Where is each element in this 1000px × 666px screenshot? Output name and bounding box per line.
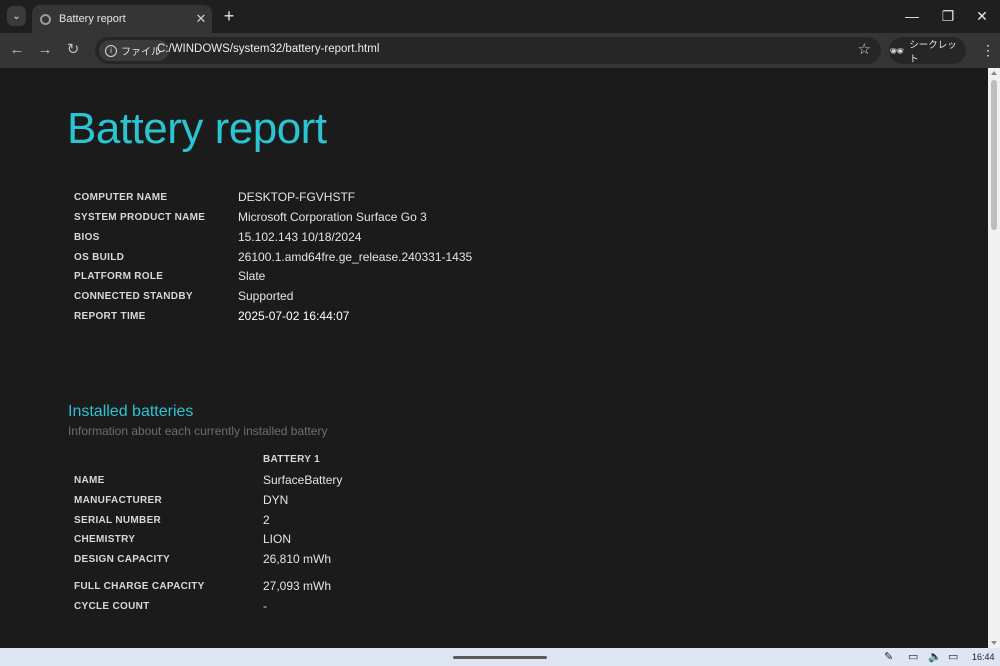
battery-row-manufacturer: MANUFACTURER DYN bbox=[74, 493, 288, 507]
info-value: DESKTOP-FGVHSTF bbox=[238, 190, 356, 204]
battery-key: MANUFACTURER bbox=[74, 495, 163, 506]
tab-title: Battery report bbox=[59, 13, 126, 25]
info-key: BIOS bbox=[74, 232, 100, 243]
battery-row-cycle-count: CYCLE COUNT - bbox=[74, 599, 267, 613]
tab-battery-report[interactable]: Battery report ✕ bbox=[32, 5, 212, 33]
info-value: 15.102.143 10/18/2024 bbox=[238, 230, 362, 244]
info-key: PLATFORM ROLE bbox=[74, 271, 164, 282]
report-page: Battery report COMPUTER NAME DESKTOP-FGV… bbox=[0, 68, 988, 648]
minimize-icon[interactable]: — bbox=[894, 4, 930, 28]
forward-icon[interactable]: → bbox=[34, 39, 56, 61]
battery-key: NAME bbox=[74, 475, 105, 486]
tab-close-icon[interactable]: ✕ bbox=[190, 11, 212, 27]
display-icon[interactable]: ▭ bbox=[908, 649, 918, 665]
battery-row-serial-number: SERIAL NUMBER 2 bbox=[74, 513, 270, 527]
battery-row-chemistry: CHEMISTRY LION bbox=[74, 532, 291, 546]
scroll-down-icon[interactable] bbox=[991, 641, 997, 645]
back-icon[interactable]: ← bbox=[6, 39, 28, 61]
globe-icon bbox=[40, 13, 51, 25]
tab-strip: ⌄ Battery report ✕ + — ❐ ✕ bbox=[0, 0, 1000, 33]
bookmark-star-icon[interactable]: ☆ bbox=[858, 40, 871, 58]
url-text[interactable]: C:/WINDOWS/system32/battery-report.html bbox=[157, 43, 379, 55]
page-title: Battery report bbox=[67, 104, 327, 153]
battery-icon[interactable]: ▭ bbox=[948, 649, 958, 665]
scroll-up-icon[interactable] bbox=[991, 71, 997, 75]
battery-key: CYCLE COUNT bbox=[74, 601, 150, 612]
section-subtitle: Information about each currently install… bbox=[68, 424, 328, 438]
info-row-computer-name: COMPUTER NAME DESKTOP-FGVHSTF bbox=[74, 190, 355, 204]
page-scrollbar[interactable] bbox=[988, 68, 1000, 648]
address-bar[interactable]: i ファイル C:/WINDOWS/system32/battery-repor… bbox=[95, 37, 881, 64]
info-row-bios: BIOS 15.102.143 10/18/2024 bbox=[74, 230, 361, 244]
info-value: Supported bbox=[238, 289, 294, 303]
battery-value: LION bbox=[263, 532, 292, 546]
scrollbar-thumb[interactable] bbox=[991, 80, 997, 230]
battery-key: SERIAL NUMBER bbox=[74, 515, 162, 526]
info-value: Microsoft Corporation Surface Go 3 bbox=[238, 210, 427, 224]
info-key: OS BUILD bbox=[74, 252, 125, 263]
info-icon: i bbox=[105, 44, 117, 57]
info-key: REPORT TIME bbox=[74, 311, 146, 322]
site-info-label: ファイル bbox=[121, 47, 161, 58]
battery-row-name: NAME SurfaceBattery bbox=[74, 473, 342, 487]
battery-value: - bbox=[263, 599, 267, 613]
battery-column-header: BATTERY 1 bbox=[263, 454, 320, 465]
battery-row-design-capacity: DESIGN CAPACITY 26,810 mWh bbox=[74, 552, 331, 566]
battery-value: SurfaceBattery bbox=[263, 473, 343, 487]
restore-icon[interactable]: ❐ bbox=[930, 4, 966, 28]
taskbar-clock[interactable]: 16:44 bbox=[972, 649, 995, 665]
info-row-report-time: REPORT TIME 2025-07-02 16:44:07 bbox=[74, 309, 349, 323]
battery-key: DESIGN CAPACITY bbox=[74, 554, 170, 565]
battery-value: 26,810 mWh bbox=[263, 552, 332, 566]
incognito-label: シークレット bbox=[909, 39, 957, 65]
incognito-icon: 🕶 bbox=[889, 43, 905, 58]
browser-toolbar: ← → ↻ i ファイル C:/WINDOWS/system32/battery… bbox=[0, 33, 1000, 68]
taskbar: ✎ ▭ 🔈 ▭ 16:44 bbox=[0, 648, 1000, 666]
info-value: 2025-07-02 16:44:07 bbox=[238, 309, 350, 323]
incognito-button[interactable]: 🕶 シークレット bbox=[889, 37, 966, 65]
tab-search-chevron-icon[interactable]: ⌄ bbox=[7, 6, 26, 26]
info-key: SYSTEM PRODUCT NAME bbox=[74, 212, 206, 223]
battery-value: DYN bbox=[263, 493, 289, 507]
volume-icon[interactable]: 🔈 bbox=[928, 649, 942, 665]
menu-kebab-icon[interactable]: ⋮ bbox=[978, 39, 998, 61]
info-key: COMPUTER NAME bbox=[74, 192, 168, 203]
battery-value: 27,093 mWh bbox=[263, 579, 332, 593]
battery-key: FULL CHARGE CAPACITY bbox=[74, 581, 205, 592]
pen-icon[interactable]: ✎ bbox=[884, 649, 893, 665]
info-row-product-name: SYSTEM PRODUCT NAME Microsoft Corporatio… bbox=[74, 210, 427, 224]
info-row-connected-standby: CONNECTED STANDBY Supported bbox=[74, 289, 293, 303]
info-row-os-build: OS BUILD 26100.1.amd64fre.ge_release.240… bbox=[74, 250, 472, 264]
reload-icon[interactable]: ↻ bbox=[62, 39, 84, 61]
new-tab-button[interactable]: + bbox=[220, 5, 238, 27]
info-value: Slate bbox=[238, 269, 266, 283]
battery-value: 2 bbox=[263, 513, 270, 527]
taskbar-handle[interactable] bbox=[453, 656, 547, 659]
info-key: CONNECTED STANDBY bbox=[74, 291, 193, 302]
battery-key: CHEMISTRY bbox=[74, 534, 136, 545]
section-title-installed-batteries: Installed batteries bbox=[68, 403, 194, 420]
info-row-platform-role: PLATFORM ROLE Slate bbox=[74, 269, 265, 283]
close-window-icon[interactable]: ✕ bbox=[964, 4, 1000, 28]
battery-row-full-charge-capacity: FULL CHARGE CAPACITY 27,093 mWh bbox=[74, 579, 331, 593]
info-value: 26100.1.amd64fre.ge_release.240331-1435 bbox=[238, 250, 473, 264]
